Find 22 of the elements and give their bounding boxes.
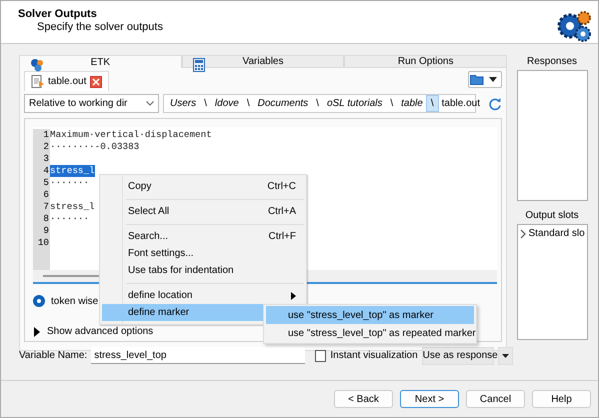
code-line: ······· bbox=[50, 213, 90, 225]
responses-label: Responses bbox=[526, 56, 578, 67]
checkbox-label: Instant visualization bbox=[330, 350, 418, 361]
line-number: 10 bbox=[38, 237, 49, 249]
line-number: 9 bbox=[43, 225, 49, 237]
line-number: 8 bbox=[43, 213, 49, 225]
page-subtitle: Specify the solver outputs bbox=[37, 21, 163, 33]
code-line: ········-0.03383 bbox=[50, 141, 140, 153]
line-number: 4 bbox=[43, 165, 49, 177]
line-number: 6 bbox=[43, 189, 49, 201]
code-line: ······· bbox=[50, 177, 90, 189]
radio-label: token wise bbox=[51, 296, 98, 306]
variable-name-label: Variable Name: bbox=[19, 350, 88, 361]
output-slots-label: Output slots bbox=[525, 210, 579, 222]
line-number: 1 bbox=[43, 129, 49, 141]
line-number: 5 bbox=[43, 177, 49, 189]
page-title: Solver Outputs bbox=[18, 8, 98, 20]
code-line: stress_l bbox=[50, 201, 95, 213]
line-number: 2 bbox=[43, 141, 49, 153]
line-number: 7 bbox=[43, 201, 49, 213]
code-line: Maximum·vertical·displacement bbox=[50, 129, 212, 141]
line-number: 3 bbox=[43, 153, 49, 165]
